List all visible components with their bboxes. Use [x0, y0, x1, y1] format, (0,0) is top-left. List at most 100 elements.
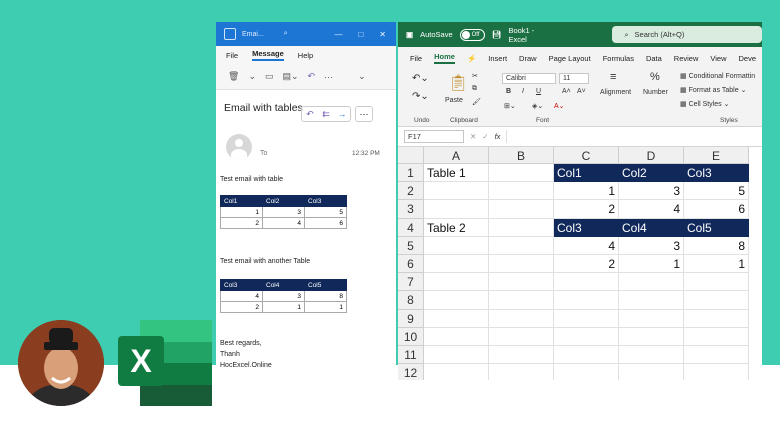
- cell-b7[interactable]: [489, 273, 554, 292]
- cell-a4[interactable]: Table 2: [424, 218, 489, 237]
- cell-d4[interactable]: Col4: [619, 218, 684, 237]
- menu-message[interactable]: Message: [252, 49, 284, 61]
- cell-e1[interactable]: Col3: [684, 164, 749, 183]
- row-header-1[interactable]: 1: [398, 164, 424, 183]
- cell-c4[interactable]: Col3: [554, 218, 619, 237]
- undo-icon[interactable]: ↶: [308, 71, 316, 82]
- cell-b8[interactable]: [489, 291, 554, 310]
- reply-all-icon[interactable]: ⇇: [318, 107, 334, 121]
- autosave-toggle[interactable]: Off: [459, 28, 485, 41]
- expand-ribbon-icon[interactable]: ⌄: [358, 71, 366, 82]
- percent-icon[interactable]: %: [650, 71, 660, 83]
- save-icon[interactable]: 💾︎: [492, 30, 502, 39]
- cell-b10[interactable]: [489, 327, 554, 346]
- search-icon[interactable]: ⌕: [284, 30, 288, 38]
- cell-e8[interactable]: [684, 291, 749, 310]
- column-header-d[interactable]: D: [619, 147, 684, 164]
- format-painter-icon[interactable]: 🖌︎: [472, 98, 481, 106]
- cell-a3[interactable]: [424, 200, 489, 219]
- borders-icon[interactable]: ⊞⌄: [504, 102, 516, 110]
- tab-review[interactable]: Review: [674, 54, 699, 63]
- row-header-11[interactable]: 11: [398, 346, 424, 365]
- tab-view[interactable]: View: [710, 54, 726, 63]
- confirm-formula-icon[interactable]: ✓: [482, 132, 488, 141]
- cell-c2[interactable]: 1: [554, 182, 619, 201]
- column-header-b[interactable]: B: [489, 147, 554, 164]
- cell-d8[interactable]: [619, 291, 684, 310]
- row-header-3[interactable]: 3: [398, 200, 424, 219]
- cell-e11[interactable]: [684, 346, 749, 365]
- cell-d1[interactable]: Col2: [619, 164, 684, 183]
- cell-b3[interactable]: [489, 200, 554, 219]
- format-as-table-button[interactable]: ▦ Format as Table ⌄: [680, 86, 746, 94]
- cell-a9[interactable]: [424, 309, 489, 328]
- cell-d11[interactable]: [619, 346, 684, 365]
- cell-d5[interactable]: 3: [619, 236, 684, 255]
- row-header-5[interactable]: 5: [398, 236, 424, 255]
- chevron-down-icon[interactable]: ⌄: [248, 71, 256, 82]
- menu-help[interactable]: Help: [298, 51, 313, 60]
- name-box[interactable]: F17: [404, 130, 464, 143]
- cell-e9[interactable]: [684, 309, 749, 328]
- cell-d6[interactable]: 1: [619, 255, 684, 274]
- font-size-select[interactable]: 11: [559, 73, 589, 84]
- alignment-icon[interactable]: ≡: [610, 71, 616, 83]
- minimize-icon[interactable]: —: [334, 30, 342, 39]
- undo-icon[interactable]: ↶⌄: [412, 73, 429, 84]
- number-label[interactable]: Number: [643, 89, 668, 96]
- cell-b11[interactable]: [489, 346, 554, 365]
- row-header-7[interactable]: 7: [398, 273, 424, 292]
- cell-d10[interactable]: [619, 327, 684, 346]
- menu-file[interactable]: File: [226, 51, 238, 60]
- fill-color-icon[interactable]: ◈⌄: [532, 102, 543, 110]
- cell-c1[interactable]: Col1: [554, 164, 619, 183]
- paste-label[interactable]: Paste: [445, 97, 463, 104]
- delete-icon[interactable]: 🗑: [228, 71, 239, 82]
- cell-d7[interactable]: [619, 273, 684, 292]
- column-header-c[interactable]: C: [554, 147, 619, 164]
- row-header-4[interactable]: 4: [398, 218, 424, 237]
- cell-a10[interactable]: [424, 327, 489, 346]
- conditional-formatting-button[interactable]: ▦ Conditional Formattin: [680, 72, 755, 80]
- cell-e6[interactable]: 1: [684, 255, 749, 274]
- archive-icon[interactable]: ▭: [265, 71, 274, 82]
- cell-a7[interactable]: [424, 273, 489, 292]
- tab-home[interactable]: Home: [434, 52, 455, 64]
- italic-icon[interactable]: I: [522, 88, 524, 95]
- cut-icon[interactable]: ✂: [472, 72, 478, 80]
- tab-page-layout[interactable]: Page Layout: [549, 54, 591, 63]
- tab-draw[interactable]: Draw: [519, 54, 537, 63]
- decrease-font-icon[interactable]: A˅: [577, 88, 586, 95]
- cell-e12[interactable]: [684, 364, 749, 380]
- reply-icon[interactable]: ↶: [302, 107, 318, 121]
- menu-file[interactable]: File: [410, 54, 422, 63]
- bold-icon[interactable]: B: [506, 88, 511, 95]
- cell-a12[interactable]: [424, 364, 489, 380]
- paste-icon[interactable]: 📋︎: [448, 73, 468, 93]
- cell-a1[interactable]: Table 1: [424, 164, 489, 183]
- tab-developer[interactable]: Deve: [739, 54, 757, 63]
- increase-font-icon[interactable]: A˄: [562, 88, 571, 95]
- cell-b2[interactable]: [489, 182, 554, 201]
- cell-c7[interactable]: [554, 273, 619, 292]
- column-header-e[interactable]: E: [684, 147, 749, 164]
- cell-c3[interactable]: 2: [554, 200, 619, 219]
- row-header-6[interactable]: 6: [398, 255, 424, 274]
- cell-c12[interactable]: [554, 364, 619, 380]
- cell-b1[interactable]: [489, 164, 554, 183]
- cell-styles-button[interactable]: ▦ Cell Styles ⌄: [680, 100, 729, 108]
- underline-icon[interactable]: U: [536, 88, 541, 95]
- search-box[interactable]: ⌕ Search (Alt+Q): [612, 26, 762, 43]
- copy-icon[interactable]: ⧉: [472, 85, 477, 93]
- tab-data[interactable]: Data: [646, 54, 662, 63]
- cell-b9[interactable]: [489, 309, 554, 328]
- row-header-12[interactable]: 12: [398, 364, 424, 380]
- formula-input[interactable]: [506, 130, 762, 143]
- cell-d9[interactable]: [619, 309, 684, 328]
- move-icon[interactable]: ▤⌄: [283, 71, 299, 82]
- alignment-label[interactable]: Alignment: [600, 89, 631, 96]
- cell-c5[interactable]: 4: [554, 236, 619, 255]
- cell-d12[interactable]: [619, 364, 684, 380]
- draw-pen-icon[interactable]: ⚡: [467, 54, 476, 63]
- select-all-corner[interactable]: [398, 147, 424, 164]
